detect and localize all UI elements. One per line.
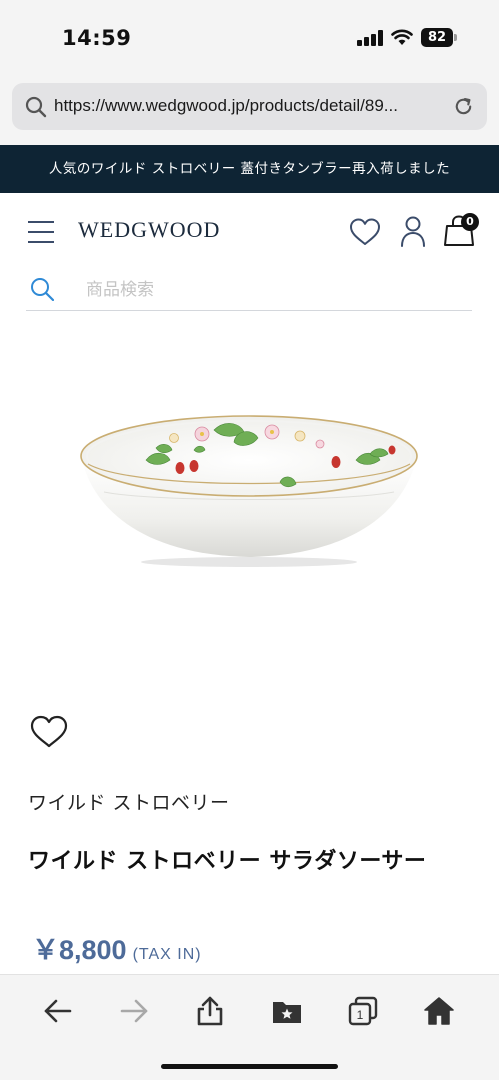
url-bar[interactable]: https://www.wedgwood.jp/products/detail/… <box>12 83 487 130</box>
forward-arrow-icon[interactable] <box>118 995 150 1027</box>
tabs-overview-icon[interactable]: 1 <box>347 995 379 1027</box>
product-price: ￥8,800 <box>32 935 127 965</box>
product-price-row: ￥8,800 (TAX IN) <box>32 928 202 967</box>
site-logo[interactable]: WEDGWOOD <box>78 217 220 243</box>
favorite-heart-icon[interactable] <box>30 714 68 750</box>
search-icon <box>25 96 47 118</box>
search-icon[interactable] <box>30 277 54 301</box>
share-icon[interactable] <box>194 995 226 1027</box>
site-header: WEDGWOOD 0 <box>0 193 499 269</box>
back-arrow-icon[interactable] <box>42 995 74 1027</box>
hamburger-menu-icon[interactable] <box>28 221 54 243</box>
status-time: 14:59 <box>62 26 132 50</box>
home-icon[interactable] <box>423 995 455 1027</box>
user-account-icon[interactable] <box>400 215 426 247</box>
battery-icon: 82 <box>421 28 457 47</box>
product-image <box>80 415 418 567</box>
search-bar <box>26 270 472 311</box>
home-indicator <box>161 1064 338 1069</box>
search-input[interactable] <box>86 276 456 304</box>
battery-level: 82 <box>421 28 453 47</box>
cart-count-badge: 0 <box>461 213 479 231</box>
status-bar: 14:59 82 <box>0 0 499 74</box>
product-collection[interactable]: ワイルド ストロベリー <box>28 788 230 815</box>
product-title: ワイルド ストロベリー サラダソーサー <box>28 849 427 874</box>
url-text[interactable]: https://www.wedgwood.jp/products/detail/… <box>54 96 398 116</box>
tax-label: (TAX IN) <box>132 946 202 963</box>
cellular-signal-icon <box>357 30 383 46</box>
browser-top-bar: https://www.wedgwood.jp/products/detail/… <box>0 74 499 145</box>
reload-icon[interactable] <box>452 95 475 118</box>
bookmarks-folder-icon[interactable] <box>271 995 303 1027</box>
announcement-banner[interactable]: 人気のワイルド ストロベリー 蓋付きタンブラー再入荷しました <box>0 145 499 193</box>
tabs-count: 1 <box>357 1008 364 1022</box>
wishlist-heart-icon[interactable] <box>349 217 381 247</box>
wifi-icon <box>391 29 413 45</box>
